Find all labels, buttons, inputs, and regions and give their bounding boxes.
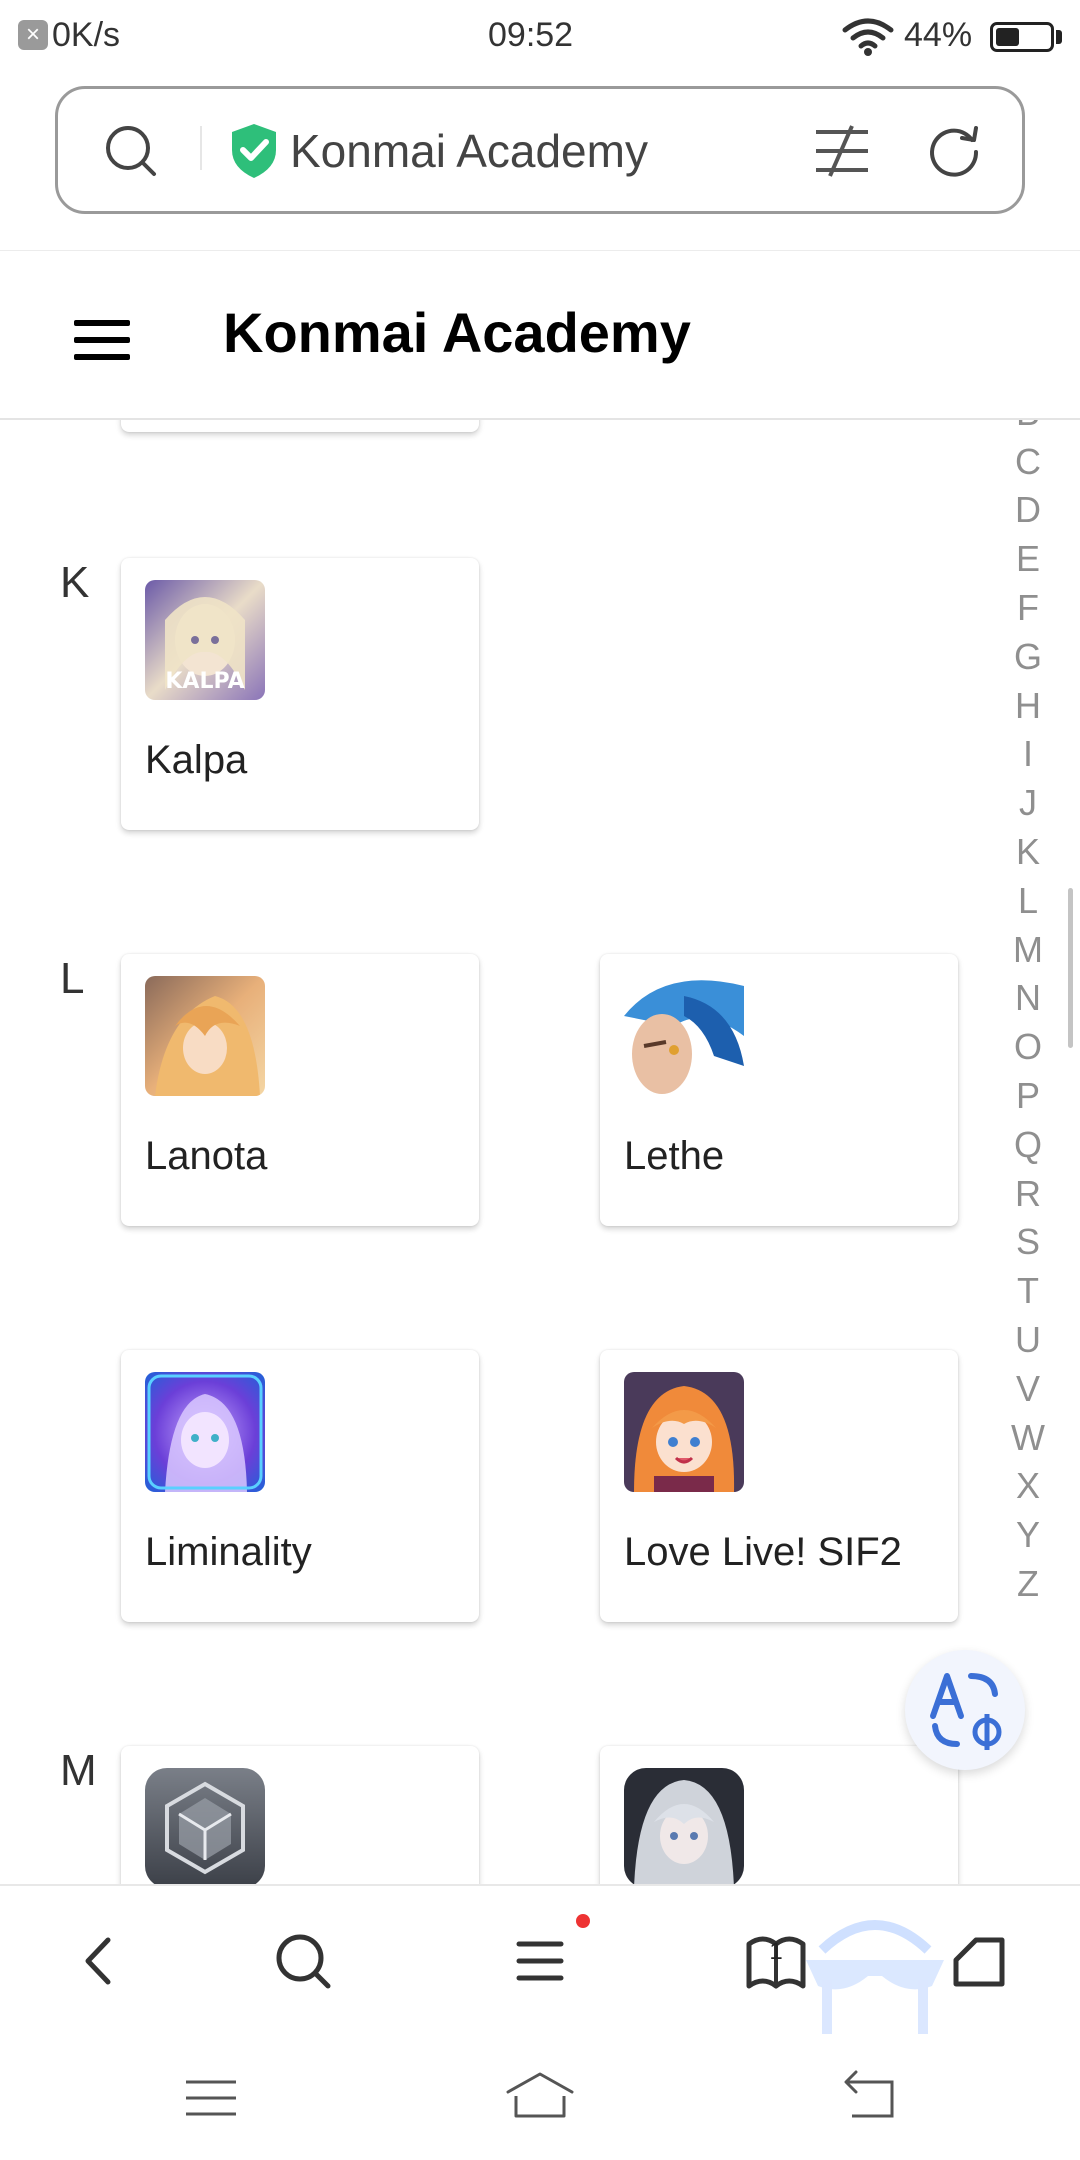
index-letter-i[interactable]: I	[1000, 730, 1056, 779]
card-love-live-sif2[interactable]: Love Live! SIF2	[600, 1350, 958, 1622]
card-label: Lethe	[624, 1134, 725, 1178]
index-letter-t[interactable]: T	[1000, 1267, 1056, 1316]
index-letter-n[interactable]: N	[1000, 974, 1056, 1023]
index-letter-l[interactable]: L	[1000, 877, 1056, 926]
index-letter-f[interactable]: F	[1000, 584, 1056, 633]
index-letter-g[interactable]: G	[1000, 633, 1056, 682]
index-letter-v[interactable]: V	[1000, 1365, 1056, 1414]
index-letter-c[interactable]: C	[1000, 438, 1056, 487]
home-icon[interactable]	[504, 2070, 576, 2120]
card-label: Liminality	[145, 1530, 312, 1574]
card-label: Lanota	[145, 1134, 268, 1178]
filter-icon[interactable]	[814, 124, 870, 178]
index-letter-z[interactable]: Z	[1000, 1560, 1056, 1609]
index-letter-q[interactable]: Q	[1000, 1121, 1056, 1170]
section-letter-k: K	[60, 558, 90, 607]
card-label: Kalpa	[145, 738, 248, 782]
back-nav-icon[interactable]	[842, 2070, 898, 2120]
index-letter-x[interactable]: X	[1000, 1462, 1056, 1511]
translate-button[interactable]	[905, 1650, 1025, 1770]
card-lethe[interactable]: Lethe	[600, 954, 958, 1226]
index-letter-w[interactable]: W	[1000, 1414, 1056, 1463]
section-letter-l: L	[60, 954, 85, 1003]
card-m-game-1[interactable]	[121, 1746, 479, 1884]
tab-count: 1	[769, 1938, 783, 1965]
verified-shield-icon	[232, 124, 276, 178]
index-letter-m[interactable]: M	[1000, 926, 1056, 975]
refresh-icon[interactable]	[926, 122, 982, 178]
glasses-icon	[806, 1920, 944, 2034]
lanota-thumbnail	[145, 976, 265, 1096]
battery-percent: 44%	[904, 16, 973, 54]
index-letter-p[interactable]: P	[1000, 1072, 1056, 1121]
index-letter-d[interactable]: D	[1000, 486, 1056, 535]
search-icon[interactable]	[104, 124, 158, 178]
hamburger-menu-icon[interactable]	[74, 320, 130, 360]
card-liminality[interactable]: Liminality	[121, 1350, 479, 1622]
index-letter-k[interactable]: K	[1000, 828, 1056, 877]
battery-tip	[1056, 30, 1062, 44]
index-letter-e[interactable]: E	[1000, 535, 1056, 584]
card-label: Love Live! SIF2	[624, 1530, 902, 1574]
section-letter-m: M	[60, 1746, 97, 1795]
status-bar: × 0K/s 09:52 44%	[0, 0, 1080, 72]
list-item[interactable]	[121, 420, 479, 432]
menu-icon[interactable]	[505, 1926, 575, 1996]
liminality-thumbnail	[145, 1372, 265, 1492]
notification-dot	[576, 1914, 590, 1928]
wifi-icon	[842, 18, 894, 56]
address-divider	[200, 126, 202, 170]
search-icon[interactable]	[268, 1926, 338, 1996]
address-separator	[0, 250, 1080, 251]
m-game-1-thumbnail	[145, 1768, 265, 1884]
page-title: Konmai Academy	[223, 301, 691, 364]
index-letter-h[interactable]: H	[1000, 682, 1056, 731]
lethe-thumbnail	[624, 976, 744, 1096]
index-letter-r[interactable]: R	[1000, 1170, 1056, 1219]
index-letter-u[interactable]: U	[1000, 1316, 1056, 1365]
index-letter-o[interactable]: O	[1000, 1023, 1056, 1072]
clock: 09:52	[488, 16, 574, 54]
card-kalpa[interactable]: KALPA Kalpa	[121, 558, 479, 830]
love-live-sif2-thumbnail	[624, 1372, 744, 1492]
index-letter-j[interactable]: J	[1000, 779, 1056, 828]
translate-icon	[930, 1673, 1002, 1750]
card-lanota[interactable]: Lanota	[121, 954, 479, 1226]
index-letter-y[interactable]: Y	[1000, 1511, 1056, 1560]
net-off-icon: ×	[18, 20, 48, 50]
scrollbar-thumb[interactable]	[1068, 888, 1073, 1048]
kalpa-logo-text: KALPA	[165, 669, 244, 694]
battery-fill	[996, 28, 1019, 46]
index-letter-s[interactable]: S	[1000, 1218, 1056, 1267]
net-speed: 0K/s	[52, 16, 121, 54]
alphabet-index[interactable]: ABCDEFGHIJKLMNOPQRSTUVWXYZ	[1000, 340, 1056, 1609]
kalpa-thumbnail: KALPA	[145, 580, 265, 700]
site-title[interactable]: Konmai Academy	[290, 124, 648, 178]
m-game-2-thumbnail	[624, 1768, 744, 1884]
battery-icon	[990, 22, 1054, 52]
back-icon[interactable]	[66, 1926, 136, 1996]
recent-apps-icon[interactable]	[184, 2076, 238, 2120]
tabs-icon[interactable]	[944, 1926, 1014, 1996]
